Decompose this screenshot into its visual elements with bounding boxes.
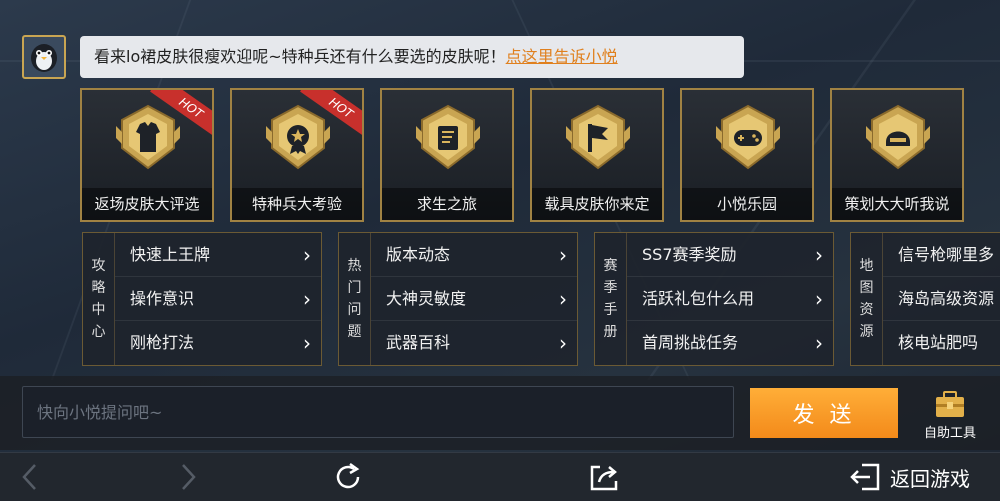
self-help-tools-label: 自助工具 <box>923 426 976 441</box>
topic-item-label: 操作意识 <box>130 289 195 308</box>
panel-category-char: 图 <box>859 280 874 296</box>
topic-item[interactable]: 快速上王牌 › <box>115 233 321 277</box>
panel-category-char: 册 <box>603 324 618 340</box>
panel-category: 地图资源 <box>851 233 883 365</box>
feature-card-label: 小悦乐园 <box>682 188 812 220</box>
chat-bubble: 看来lo裙皮肤很瘦欢迎呢~特种兵还有什么要选的皮肤呢！点这里告诉小悦 <box>80 36 744 78</box>
panel-category-char: 热 <box>347 258 362 274</box>
topic-item-label: 版本动态 <box>386 245 451 264</box>
topic-item-label: 信号枪哪里多 <box>898 245 995 264</box>
topic-item[interactable]: 大神灵敏度 › <box>371 277 577 321</box>
feature-card-label: 特种兵大考验 <box>232 188 362 220</box>
topic-item[interactable]: 活跃礼包什么用 › <box>627 277 833 321</box>
panel-category-char: 心 <box>91 324 106 340</box>
panel-category-char: 手 <box>603 302 618 318</box>
chevron-right-icon: › <box>559 287 567 311</box>
topic-item-label: 刚枪打法 <box>130 333 195 352</box>
penguin-avatar-icon <box>31 44 57 72</box>
chevron-right-icon: › <box>303 287 311 311</box>
question-input[interactable] <box>22 386 734 438</box>
topic-item-label: 活跃礼包什么用 <box>642 289 755 308</box>
panel-category-char: 季 <box>603 280 618 296</box>
topic-item[interactable]: SS7赛季奖励 › <box>627 233 833 277</box>
chevron-right-icon: › <box>815 287 823 311</box>
flag-emblem-icon <box>566 104 630 170</box>
refresh-button[interactable] <box>332 460 364 494</box>
chevron-right-icon: › <box>815 243 823 267</box>
topic-item-label: SS7赛季奖励 <box>642 245 737 264</box>
topic-panel: 地图资源信号枪哪里多 海岛高级资源 核电站肥吗 <box>850 232 1000 366</box>
toolbox-icon <box>936 391 964 417</box>
topic-item[interactable]: 首周挑战任务 › <box>627 321 833 365</box>
panel-category-char: 中 <box>91 302 106 318</box>
topic-item-label: 海岛高级资源 <box>898 289 995 308</box>
topic-item[interactable]: 信号枪哪里多 <box>883 233 1000 277</box>
topic-item[interactable]: 版本动态 › <box>371 233 577 277</box>
feature-card[interactable]: 小悦乐园 <box>680 88 814 222</box>
topic-item-label: 武器百科 <box>386 333 451 352</box>
chevron-left-icon <box>22 464 36 490</box>
forward-button[interactable] <box>176 460 200 494</box>
feature-card[interactable]: HOT 返场皮肤大评选 <box>80 88 214 222</box>
topic-panel: 赛季手册 SS7赛季奖励 › 活跃礼包什么用 › 首周挑战任务 › <box>594 232 834 366</box>
return-to-game-button[interactable]: 返回游戏 <box>848 460 970 494</box>
back-button[interactable] <box>18 460 42 494</box>
panel-category-char: 地 <box>859 258 874 274</box>
panel-category-char: 攻 <box>91 258 106 274</box>
topic-item-label: 快速上王牌 <box>130 245 211 264</box>
share-button[interactable] <box>588 460 620 494</box>
topic-item[interactable]: 操作意识 › <box>115 277 321 321</box>
gamepad-emblem-icon <box>716 104 780 170</box>
topic-item-label: 核电站肥吗 <box>898 333 979 352</box>
topic-panel: 热门问题版本动态 › 大神灵敏度 › 武器百科 › <box>338 232 578 366</box>
send-button[interactable]: 发 送 <box>750 388 898 438</box>
panel-category-char: 赛 <box>603 258 618 274</box>
chevron-right-icon: › <box>559 331 567 355</box>
chevron-right-icon: › <box>303 243 311 267</box>
panel-category-char: 资 <box>859 302 874 318</box>
feature-card[interactable]: 求生之旅 <box>380 88 514 222</box>
feature-card[interactable]: 载具皮肤你来定 <box>530 88 664 222</box>
jacket-emblem-icon <box>116 104 180 170</box>
feature-card-label: 策划大大听我说 <box>832 188 962 220</box>
feature-card-label: 返场皮肤大评选 <box>82 188 212 220</box>
panel-category-char: 源 <box>859 324 874 340</box>
feature-card[interactable]: HOT 特种兵大考验 <box>230 88 364 222</box>
panel-category: 热门问题 <box>339 233 371 365</box>
chevron-right-icon: › <box>559 243 567 267</box>
topic-item-label: 大神灵敏度 <box>386 289 467 308</box>
map-emblem-icon <box>416 104 480 170</box>
return-to-game-label: 返回游戏 <box>890 466 970 491</box>
chat-message: 看来lo裙皮肤很瘦欢迎呢~特种兵还有什么要选的皮肤呢！ <box>94 47 506 66</box>
refresh-icon <box>336 462 360 489</box>
topic-item[interactable]: 海岛高级资源 <box>883 277 1000 321</box>
chevron-right-icon: › <box>815 331 823 355</box>
feature-card-label: 求生之旅 <box>382 188 512 220</box>
chevron-right-icon: › <box>303 331 311 355</box>
topic-item[interactable]: 武器百科 › <box>371 321 577 365</box>
panel-category-char: 题 <box>347 324 362 340</box>
feature-card[interactable]: 策划大大听我说 <box>830 88 964 222</box>
tell-assistant-link[interactable]: 点这里告诉小悦 <box>506 47 618 66</box>
panel-category: 赛季手册 <box>595 233 627 365</box>
topic-item-label: 首周挑战任务 <box>642 333 739 352</box>
share-icon <box>590 465 618 491</box>
exit-icon <box>850 463 880 491</box>
helmet-emblem-icon <box>866 104 930 170</box>
panel-category-char: 问 <box>347 302 362 318</box>
panel-category-char: 略 <box>91 280 106 296</box>
feature-card-label: 载具皮肤你来定 <box>532 188 662 220</box>
topic-item[interactable]: 刚枪打法 › <box>115 321 321 365</box>
assistant-avatar <box>22 35 66 79</box>
chevron-right-icon <box>182 464 196 490</box>
self-help-tools-button[interactable]: 自助工具 <box>918 386 982 442</box>
topic-panel: 攻略中心快速上王牌 › 操作意识 › 刚枪打法 › <box>82 232 322 366</box>
topic-item[interactable]: 核电站肥吗 <box>883 321 1000 365</box>
panel-category: 攻略中心 <box>83 233 115 365</box>
medal-emblem-icon <box>266 104 330 170</box>
panel-category-char: 门 <box>347 280 362 296</box>
